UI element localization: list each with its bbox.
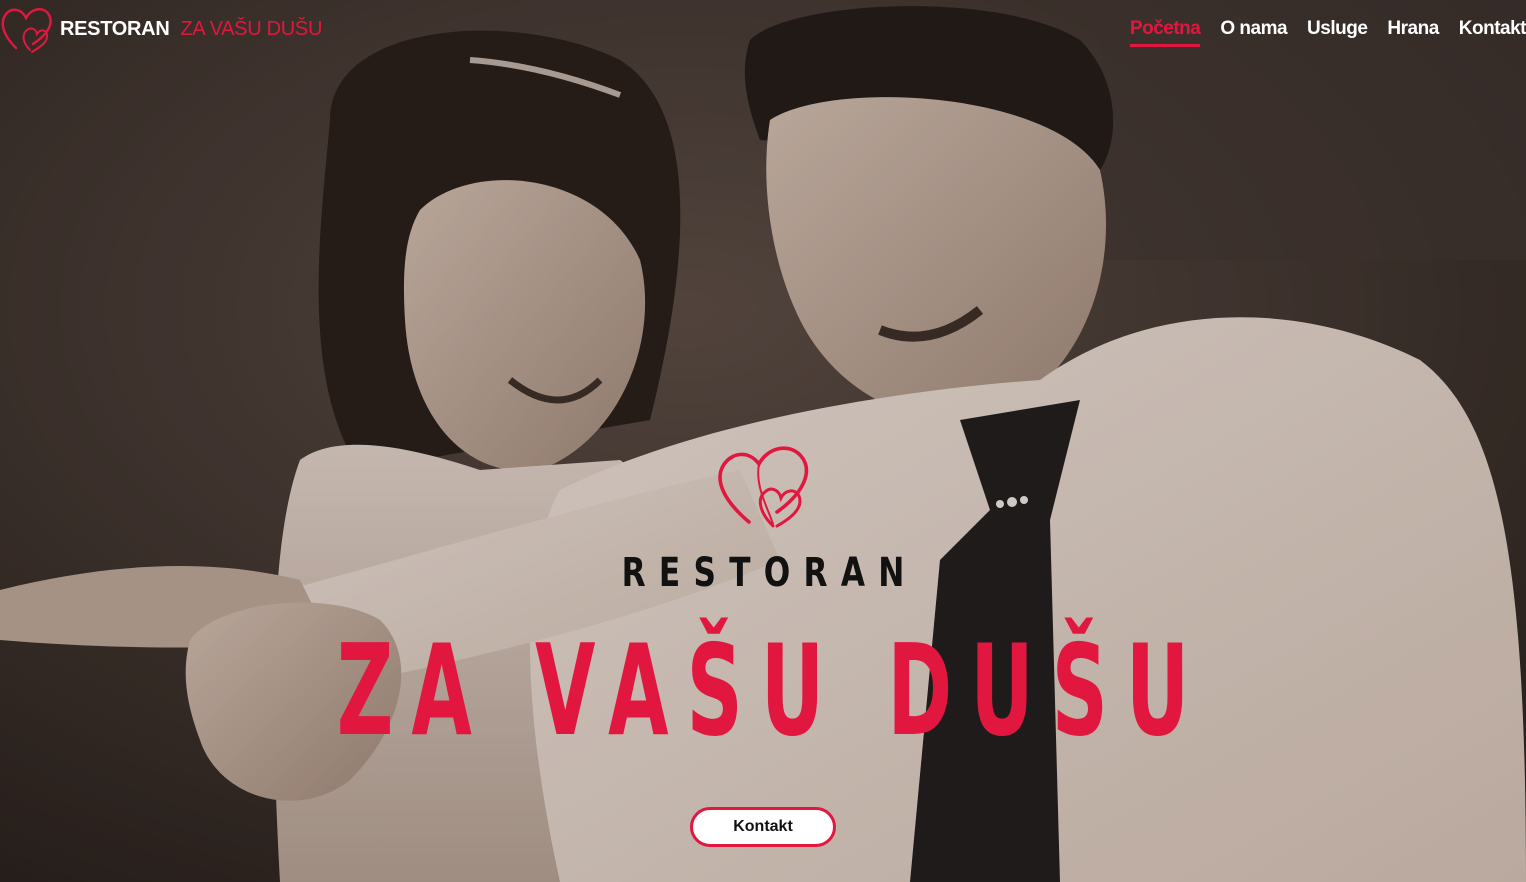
contact-button[interactable]: Kontakt [690, 807, 836, 847]
nav-item-hrana[interactable]: Hrana [1387, 18, 1439, 47]
double-heart-icon [1, 8, 52, 53]
nav-item-o-nama[interactable]: O nama [1220, 18, 1287, 47]
main-nav: Početna O nama Usluge Hrana Kontakt [1110, 18, 1526, 47]
site-header: RESTORAN ZA VAŠU DUŠU Početna O nama Usl… [0, 0, 1526, 62]
hero-section: RESTORAN ZA VAŠU DUŠU Početna O nama Usl… [0, 0, 1526, 882]
nav-item-pocetna[interactable]: Početna [1129, 18, 1201, 47]
nav-item-kontakt[interactable]: Kontakt [1459, 18, 1526, 47]
logo-name: RESTORAN [60, 17, 170, 40]
logo[interactable]: RESTORAN ZA VAŠU DUŠU [0, 4, 322, 54]
nav-item-usluge[interactable]: Usluge [1307, 18, 1368, 47]
logo-accent: ZA VAŠU DUŠU [180, 17, 323, 40]
double-heart-icon [718, 446, 809, 528]
hero-title: ZA VAŠU DUŠU [336, 617, 1208, 764]
hero-tagline: RESTORAN [621, 550, 918, 596]
